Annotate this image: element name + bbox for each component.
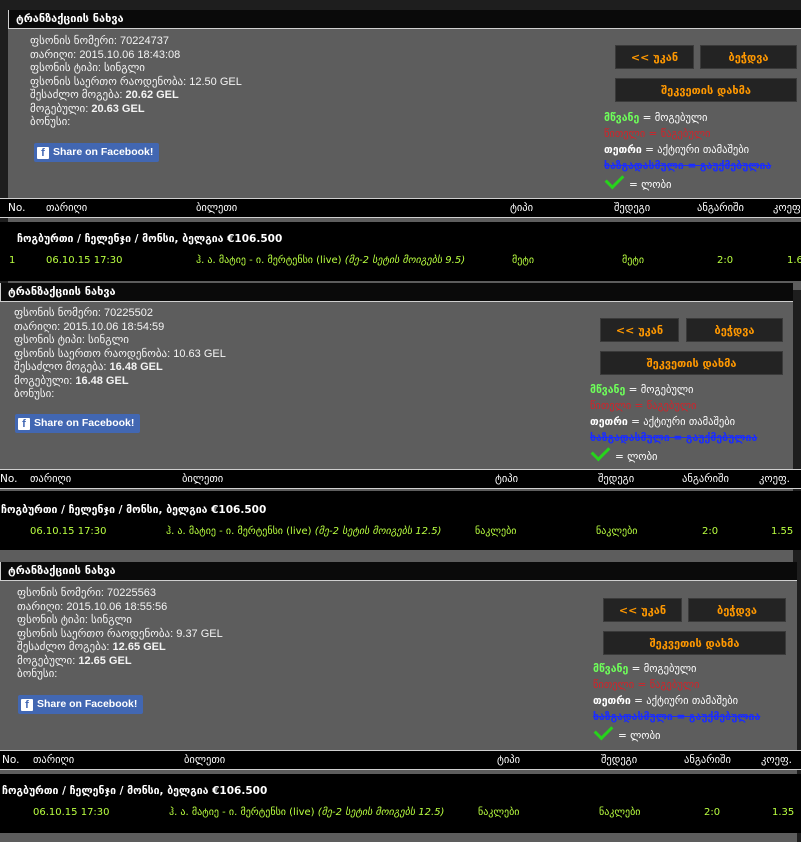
slip-date: 2015.10.06 18:55:56 bbox=[66, 600, 168, 613]
slip-total: 10.63 GEL bbox=[173, 347, 226, 360]
sort-button[interactable]: შეკვეთის დახმა bbox=[603, 631, 786, 655]
color-legend: მწვანე = მოგებული წითელი = წაგებული თეთრ… bbox=[593, 663, 761, 742]
transaction-panel-3: ტრანზაქციის ნახვა ფსონის ნომერი: 7022556… bbox=[0, 562, 801, 842]
event-block: ჩოგბურთი / ჩელენჯი / მონსი, ბელგია €106.… bbox=[0, 774, 801, 833]
event-title: ჩოგბურთი / ჩელენჯი / მონსი, ბელგია €106.… bbox=[1, 504, 267, 516]
panel-header: ტრანზაქციის ნახვა bbox=[0, 562, 797, 581]
possible-win: 16.48 GEL bbox=[109, 361, 163, 373]
slip-info: ფსონის ნომერი: 70225502 თარიღი: 2015.10.… bbox=[14, 307, 226, 400]
slip-number: 70225502 bbox=[104, 307, 153, 319]
event-block: ჩოგბურთი / ჩელენჯი / მონსი, ბელგია €106.… bbox=[0, 491, 801, 550]
transaction-panel-2: ტრანზაქციის ნახვა ფსონის ნომერი: 7022550… bbox=[0, 283, 801, 563]
panel-header: ტრანზაქციის ნახვა bbox=[8, 10, 801, 29]
winnings: 16.48 GEL bbox=[75, 374, 129, 387]
slip-total: 12.50 GEL bbox=[189, 75, 242, 88]
panel-body: ტრანზაქციის ნახვა ფსონის ნომერი: 7022473… bbox=[0, 10, 801, 290]
slip-date: 2015.10.06 18:43:08 bbox=[79, 48, 181, 61]
winnings: 12.65 GEL bbox=[78, 654, 132, 667]
share-facebook-button[interactable]: f Share on Facebook! bbox=[15, 414, 141, 433]
color-legend: მწვანე = მოგებული წითელი = წაგებული თეთრ… bbox=[604, 112, 772, 191]
facebook-icon: f bbox=[37, 146, 49, 159]
slip-type: სინგლი bbox=[104, 62, 145, 74]
slip-info: ფსონის ნომერი: 70225563 თარიღი: 2015.10.… bbox=[17, 587, 223, 680]
share-facebook-button[interactable]: f Share on Facebook! bbox=[18, 695, 144, 714]
winnings: 20.63 GEL bbox=[91, 102, 145, 115]
panel-header: ტრანზაქციის ნახვა bbox=[0, 283, 793, 302]
event-block: ჩოგბურთი / ჩელენჯი / მონსი, ბელგია €106.… bbox=[0, 222, 801, 281]
possible-win: 12.65 GEL bbox=[112, 641, 166, 653]
slip-type: სინგლი bbox=[88, 334, 129, 346]
back-button[interactable]: << უკან bbox=[600, 318, 679, 342]
back-button[interactable]: << უკან bbox=[615, 45, 694, 69]
slip-info: ფსონის ნომერი: 70224737 თარიღი: 2015.10.… bbox=[30, 35, 242, 128]
print-button[interactable]: ბეჭდვა bbox=[700, 45, 797, 69]
slip-number: 70224737 bbox=[120, 35, 169, 47]
panel-body: ტრანზაქციის ნახვა ფსონის ნომერი: 7022556… bbox=[0, 562, 801, 842]
panel-body: ტრანზაქციის ნახვა ფსონის ნომერი: 7022550… bbox=[0, 283, 801, 563]
slip-type: სინგლი bbox=[91, 614, 132, 626]
table-header: No. თარიღი ბილეთი ტიპი შედეგი ანგარიში კ… bbox=[0, 198, 801, 218]
table-header: No. თარიღი ბილეთი ტიპი შედეგი ანგარიში კ… bbox=[0, 469, 801, 489]
possible-win: 20.62 GEL bbox=[125, 89, 179, 101]
print-button[interactable]: ბეჭდვა bbox=[686, 318, 783, 342]
color-legend: მწვანე = მოგებული წითელი = წაგებული თეთრ… bbox=[590, 384, 758, 463]
share-facebook-button[interactable]: f Share on Facebook! bbox=[34, 143, 160, 162]
slip-total: 9.37 GEL bbox=[176, 627, 223, 640]
facebook-icon: f bbox=[18, 417, 30, 430]
print-button[interactable]: ბეჭდვა bbox=[688, 598, 786, 622]
event-title: ჩოგბურთი / ჩელენჯი / მონსი, ბელგია €106.… bbox=[2, 785, 268, 797]
slip-date: 2015.10.06 18:54:59 bbox=[63, 320, 165, 333]
table-header: No. თარიღი ბილეთი ტიპი შედეგი ანგარიში კ… bbox=[0, 750, 801, 770]
transaction-panel-1: ტრანზაქციის ნახვა ფსონის ნომერი: 7022473… bbox=[0, 10, 801, 290]
slip-number: 70225563 bbox=[107, 587, 156, 599]
facebook-icon: f bbox=[21, 698, 33, 711]
event-title: ჩოგბურთი / ჩელენჯი / მონსი, ბელგია €106.… bbox=[17, 233, 283, 245]
back-button[interactable]: << უკან bbox=[603, 598, 682, 622]
sort-button[interactable]: შეკვეთის დახმა bbox=[600, 351, 783, 375]
sort-button[interactable]: შეკვეთის დახმა bbox=[615, 78, 797, 102]
